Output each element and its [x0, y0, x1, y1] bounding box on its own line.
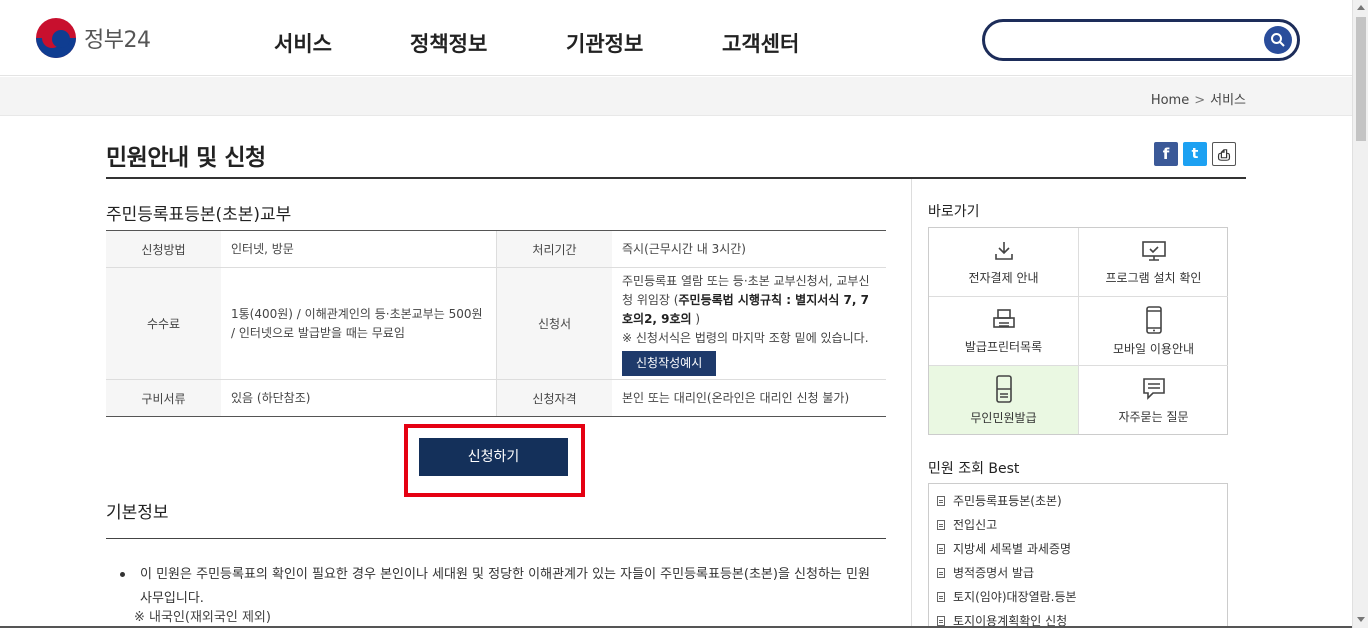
quick-link-program-check[interactable]: 프로그램 설치 확인 — [1079, 228, 1228, 297]
document-icon — [937, 544, 945, 554]
best-item-label: 주민등록표등본(초본) — [953, 494, 1062, 508]
application-example-button[interactable]: 신청작성예시 — [622, 350, 717, 376]
table-row: 수수료 1통(400원) / 이해관계인의 등·초본교부는 500원 / 인터넷… — [106, 268, 886, 380]
table-cell: 1통(400원) / 이해관계인의 등·초본교부는 500원 / 인터넷으로 발… — [221, 268, 497, 379]
breadcrumb-separator: > — [1194, 93, 1206, 108]
quick-link-label: 프로그램 설치 확인 — [1105, 270, 1202, 285]
table-header: 구비서류 — [106, 380, 221, 416]
quick-link-label: 모바일 이용안내 — [1112, 341, 1195, 356]
best-list-item[interactable]: 병적증명서 발급 — [929, 561, 1227, 585]
gov24-logo[interactable]: 정부24 — [36, 18, 151, 58]
page-title: 민원안내 및 신청 — [106, 145, 266, 171]
table-row: 신청방법 인터넷, 방문 처리기간 즉시(근무시간 내 3시간) — [106, 231, 886, 268]
basic-info-note: ※ 내국인(재외국인 제외) — [134, 610, 271, 625]
table-cell: 인터넷, 방문 — [221, 231, 497, 267]
breadcrumb-band: Home > 서비스 — [0, 77, 1352, 116]
facebook-share-icon[interactable]: f — [1154, 142, 1178, 166]
site-header: 정부24 서비스 정책정보 기관정보 고객센터 — [0, 0, 1352, 76]
document-icon — [937, 616, 945, 626]
document-icon — [937, 592, 945, 602]
taegeuk-logo-icon — [36, 18, 76, 58]
search-button[interactable] — [1264, 26, 1292, 54]
scroll-up-icon[interactable] — [1357, 5, 1365, 10]
quick-links-grid: 전자결제 안내 프로그램 설치 확인 발급프린터목록 모바일 이용안내 무인민원… — [928, 227, 1228, 435]
best-item-label: 전입신고 — [953, 518, 998, 532]
scrollbar-thumb[interactable] — [1356, 17, 1366, 141]
document-icon — [937, 496, 945, 506]
service-info-table: 신청방법 인터넷, 방문 처리기간 즉시(근무시간 내 3시간) 수수료 1통(… — [106, 230, 886, 417]
bullet-dot — [120, 572, 125, 577]
basic-info-divider — [106, 538, 886, 539]
best-list-item[interactable]: 토지(임야)대장열람.등본 — [929, 585, 1227, 609]
best-item-label: 토지(임야)대장열람.등본 — [953, 590, 1077, 604]
table-header: 신청방법 — [106, 231, 221, 267]
apply-button[interactable]: 신청하기 — [419, 438, 568, 476]
table-cell: 주민등록표 열람 또는 등·초본 교부신청서, 교부신청 위임장 (주민등록법 … — [612, 268, 886, 379]
table-cell: 즉시(근무시간 내 3시간) — [622, 241, 746, 256]
basic-info-title: 기본정보 — [106, 503, 169, 523]
table-header: 신청자격 — [497, 380, 612, 416]
document-icon — [937, 568, 945, 578]
quick-links-title: 바로가기 — [928, 204, 980, 220]
mobile-icon — [1145, 305, 1162, 334]
basic-info-bullet: 이 민원은 주민등록표의 확인이 필요한 경우 본인이나 세대원 및 정당한 이… — [120, 563, 880, 611]
best-list-item[interactable]: 주민등록표등본(초본) — [929, 489, 1227, 513]
best-item-label: 병적증명서 발급 — [953, 566, 1035, 580]
table-cell: 본인 또는 대리인(온라인은 대리인 신청 불가) — [622, 390, 850, 405]
table-cell: 있음 (하단참조) — [221, 380, 497, 416]
kiosk-icon — [995, 374, 1012, 403]
breadcrumb-current[interactable]: 서비스 — [1210, 93, 1246, 108]
nav-policy[interactable]: 정책정보 — [410, 28, 487, 58]
search-box — [982, 19, 1300, 61]
nav-agency[interactable]: 기관정보 — [566, 28, 643, 58]
nav-customer-center[interactable]: 고객센터 — [722, 28, 799, 58]
best-list-item[interactable]: 전입신고 — [929, 513, 1227, 537]
breadcrumb: Home > 서비스 — [1151, 89, 1246, 108]
vertical-scrollbar[interactable] — [1352, 0, 1368, 628]
table-header: 처리기간 — [497, 231, 612, 267]
quick-link-label: 발급프린터목록 — [964, 339, 1043, 354]
scroll-down-icon[interactable] — [1357, 617, 1365, 622]
quick-link-epayment[interactable]: 전자결제 안내 — [929, 228, 1079, 297]
quick-link-kiosk[interactable]: 무인민원발급 — [929, 366, 1079, 434]
basic-info-text: 이 민원은 주민등록표의 확인이 필요한 경우 본인이나 세대원 및 정당한 이… — [140, 567, 870, 606]
monitor-check-icon — [1141, 240, 1166, 261]
document-icon — [937, 520, 945, 530]
quick-link-label: 전자결제 안내 — [968, 270, 1039, 285]
best-list: 주민등록표등본(초본) 전입신고 지방세 세목별 과세증명 병적증명서 발급 토… — [928, 483, 1228, 628]
table-row: 구비서류 있음 (하단참조) 신청자격 본인 또는 대리인(온라인은 대리인 신… — [106, 380, 886, 416]
best-title: 민원 조회 Best — [928, 461, 1020, 477]
search-input[interactable] — [999, 28, 1259, 52]
download-icon — [994, 241, 1013, 260]
quick-link-label: 무인민원발급 — [970, 410, 1037, 425]
table-header: 수수료 — [106, 268, 221, 379]
service-title: 주민등록표등본(초본)교부 — [106, 205, 292, 225]
form-desc-end: ) — [691, 311, 701, 326]
table-header: 신청서 — [497, 268, 612, 379]
quick-link-label: 자주묻는 질문 — [1118, 409, 1189, 424]
quick-link-printer-list[interactable]: 발급프린터목록 — [929, 297, 1079, 366]
search-icon — [1271, 33, 1285, 47]
form-note: ※ 신청서식은 법령의 마지막 조항 밑에 있습니다. — [622, 330, 869, 345]
breadcrumb-home[interactable]: Home — [1151, 93, 1189, 108]
best-item-label: 지방세 세목별 과세증명 — [953, 542, 1072, 556]
sidebar-divider — [911, 179, 912, 628]
best-list-item[interactable]: 지방세 세목별 과세증명 — [929, 537, 1227, 561]
twitter-share-icon[interactable]: t — [1183, 142, 1207, 166]
print-icon[interactable]: ⎙ — [1212, 142, 1236, 166]
quick-link-faq[interactable]: 자주묻는 질문 — [1079, 366, 1228, 434]
quick-link-mobile-guide[interactable]: 모바일 이용안내 — [1079, 297, 1228, 366]
title-divider — [106, 177, 1246, 179]
printer-icon — [992, 308, 1015, 328]
logo-text: 정부24 — [84, 28, 151, 53]
chat-icon — [1142, 377, 1165, 400]
nav-service[interactable]: 서비스 — [274, 28, 332, 58]
